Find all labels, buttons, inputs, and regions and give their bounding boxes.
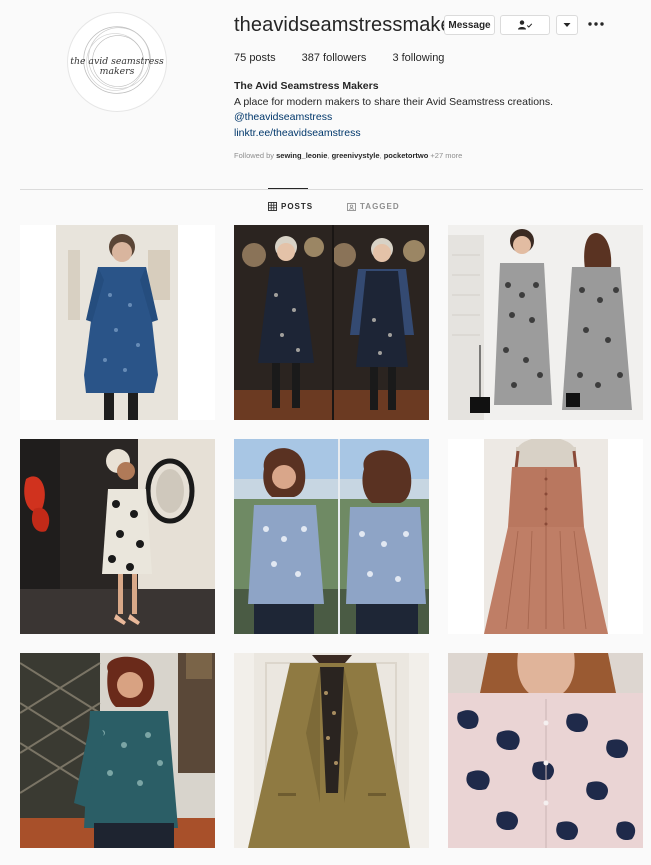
followed-by-user[interactable]: pocketortwo <box>384 151 429 160</box>
suggested-dropdown-button[interactable] <box>556 15 578 35</box>
followed-by-more[interactable]: +27 more <box>430 151 462 160</box>
bio-description: A place for modern makers to share their… <box>234 95 554 108</box>
following-label: following <box>401 52 445 64</box>
followed-by-user[interactable]: greenivystyle <box>332 151 380 160</box>
post-thumbnail[interactable] <box>234 225 429 420</box>
grid-icon <box>268 202 277 211</box>
posts-stat: 75 posts <box>234 52 276 64</box>
post-image <box>234 653 429 848</box>
followed-by-prefix: Followed by <box>234 151 275 160</box>
followers-stat[interactable]: 387 followers <box>302 52 367 64</box>
profile-stats: 75 posts 387 followers 3 following <box>234 52 444 64</box>
caret-down-icon <box>563 23 571 27</box>
post-thumbnail[interactable] <box>234 653 429 848</box>
active-tab-indicator <box>268 188 308 189</box>
post-thumbnail[interactable] <box>20 653 215 848</box>
following-button[interactable] <box>500 15 550 35</box>
profile-full-name: The Avid Seamstress Makers <box>234 80 379 92</box>
followers-label: followers <box>323 52 367 64</box>
post-image <box>20 439 215 634</box>
post-image <box>448 653 643 848</box>
post-image <box>20 225 215 420</box>
following-stat[interactable]: 3 following <box>392 52 444 64</box>
tagged-icon <box>347 203 356 211</box>
bio-mention-link[interactable]: @theavidseamstress <box>234 110 634 126</box>
post-image <box>20 653 215 848</box>
avatar-logo: the avid seamstress makers <box>70 26 164 94</box>
profile-bio: The Avid Seamstress Makers A place for m… <box>234 79 634 141</box>
post-image <box>234 439 429 634</box>
profile-avatar[interactable]: the avid seamstress makers <box>67 12 167 112</box>
followers-count: 387 <box>301 52 320 64</box>
tab-posts-label: POSTS <box>281 202 314 211</box>
tab-tagged[interactable]: TAGGED <box>347 202 400 211</box>
post-thumbnail[interactable] <box>448 225 643 420</box>
post-image <box>448 439 643 634</box>
profile-username: theavidseamstressmakers <box>234 14 469 36</box>
more-dots-icon <box>588 22 604 26</box>
avatar-text-line2: makers <box>100 66 135 77</box>
followed-by-user[interactable]: sewing_leonie <box>276 151 327 160</box>
post-thumbnail[interactable] <box>448 653 643 848</box>
more-options-button[interactable] <box>586 14 606 34</box>
posts-label: posts <box>249 52 276 64</box>
following-count: 3 <box>392 52 399 64</box>
tab-tagged-label: TAGGED <box>360 202 400 211</box>
posts-count: 75 <box>234 52 247 64</box>
post-image <box>234 225 429 420</box>
followed-by[interactable]: Followed by sewing_leonie, greenivystyle… <box>234 151 462 160</box>
post-thumbnail[interactable] <box>20 439 215 634</box>
post-thumbnail[interactable] <box>20 225 215 420</box>
person-check-icon <box>518 20 533 30</box>
post-thumbnail[interactable] <box>234 439 429 634</box>
post-thumbnail[interactable] <box>448 439 643 634</box>
tabs-divider <box>20 189 643 190</box>
bio-website-link[interactable]: linktr.ee/theavidseamstress <box>234 126 634 142</box>
post-image <box>448 225 643 420</box>
message-button[interactable]: Message <box>444 15 495 35</box>
tab-posts[interactable]: POSTS <box>268 202 313 211</box>
